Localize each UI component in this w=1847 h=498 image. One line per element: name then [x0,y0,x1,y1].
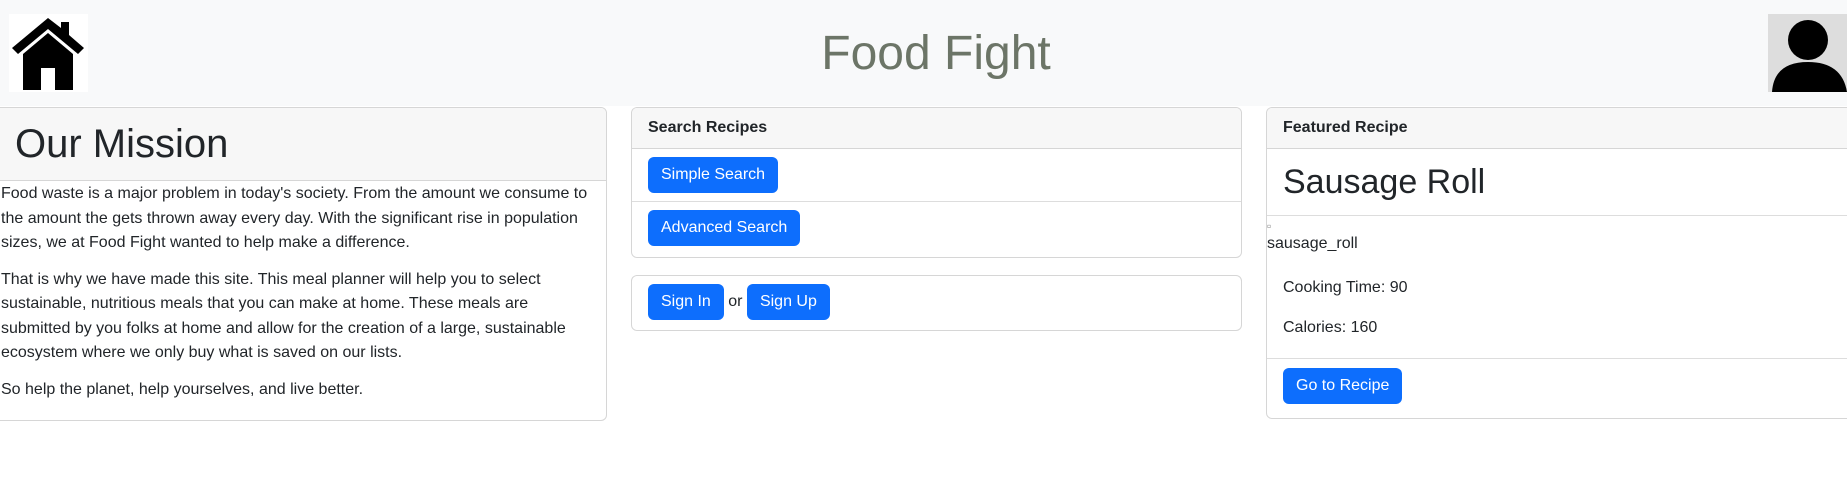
simple-search-button[interactable]: Simple Search [648,157,779,193]
go-to-recipe-button[interactable]: Go to Recipe [1283,368,1403,404]
search-header: Search Recipes [632,108,1241,149]
sign-up-button[interactable]: Sign Up [746,284,830,320]
mission-card: Our Mission Food waste is a major proble… [0,107,607,421]
featured-card: Featured Recipe Sausage Roll ▫ sausage_r… [1266,107,1847,419]
recipe-name: Sausage Roll [1267,149,1847,216]
cooking-time: Cooking Time: 90 [1283,279,1408,296]
sign-in-button[interactable]: Sign In [648,284,724,320]
featured-header: Featured Recipe [1267,108,1847,149]
mission-title: Our Mission [0,108,606,181]
broken-image-icon: ▫ [1267,219,1272,233]
mission-paragraph: That is why we have made this site. This… [1,270,566,362]
user-avatar-icon[interactable] [1768,14,1847,92]
mission-paragraph: Food waste is a major problem in today's… [1,185,588,251]
or-text: or [728,293,743,310]
navbar: Food Fight [0,0,1847,106]
calories: Calories: 160 [1283,319,1378,336]
auth-card: Sign In or Sign Up [631,275,1242,331]
recipe-image-alt: sausage_roll [1267,235,1358,252]
mission-paragraph: So help the planet, help yourselves, and… [1,380,364,398]
advanced-search-button[interactable]: Advanced Search [648,210,801,246]
recipe-image: ▫ sausage_roll [1267,216,1847,254]
site-title: Food Fight [821,27,1051,80]
search-card: Search Recipes Simple Search Advanced Se… [631,107,1242,258]
